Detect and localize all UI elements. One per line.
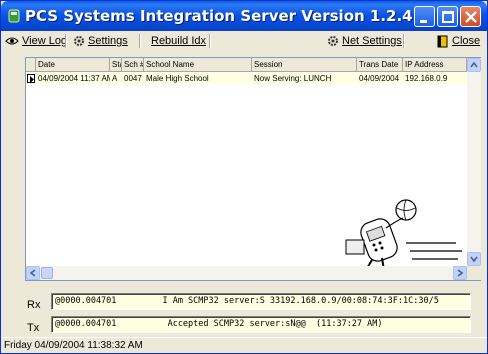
cell-school-number: 0047 (124, 74, 142, 83)
settings-button[interactable]: Settings (73, 33, 128, 49)
column-header[interactable]: School Name (144, 58, 252, 72)
cell-school-name: Male High School (146, 74, 209, 83)
gear-icon (328, 36, 338, 46)
minimize-button[interactable] (414, 6, 435, 27)
close-button[interactable]: Close (437, 33, 480, 49)
transactions-grid[interactable]: Date Sta Sch # School Name Session Trans… (25, 57, 481, 281)
close-label: Close (452, 35, 481, 47)
column-header[interactable]: Sta (110, 58, 122, 72)
net-settings-button[interactable]: Net Settings (327, 33, 402, 49)
app-icon (7, 9, 21, 23)
scroll-right-arrow[interactable] (453, 266, 467, 280)
chevron-left-icon (29, 269, 36, 277)
close-icon (465, 11, 477, 23)
toolbar-separator (139, 34, 141, 48)
title-bar[interactable]: PCS Systems Integration Server Version 1… (1, 1, 487, 31)
vertical-scrollbar[interactable] (467, 58, 481, 266)
rebuild-idx-label: Rebuild Idx (151, 35, 207, 47)
rebuild-idx-button[interactable]: Rebuild Idx (151, 33, 206, 49)
chevron-up-icon (470, 61, 478, 68)
toolbar-separator (209, 34, 211, 48)
scroll-left-arrow[interactable] (26, 266, 40, 280)
rx-label: Rx (27, 299, 41, 311)
view-log-label: View Log (22, 35, 68, 47)
chevron-down-icon (470, 256, 478, 263)
column-header[interactable]: Session (252, 58, 357, 72)
cell-status: A (112, 74, 118, 83)
horizontal-scrollbar[interactable] (26, 266, 467, 280)
rx-message-box: @0000.004701 I Am SCMP32 server:S 33192.… (51, 293, 471, 310)
eye-icon (5, 37, 19, 45)
gear-icon (74, 36, 84, 46)
toolbar: View Log Settings Rebuild Idx Net Settin… (1, 31, 487, 51)
toolbar-separator (403, 34, 405, 48)
cell-trans-date: 04/09/2004 (359, 74, 400, 83)
status-bar: Friday 04/09/2004 11:38:32 AM (1, 337, 487, 353)
view-log-button[interactable]: View Log (5, 33, 67, 49)
tx-label: Tx (27, 322, 40, 334)
tx-message-box: @0000.004701 Accepted SCMP32 server:sN@@… (51, 316, 471, 333)
header-marker-cell (26, 58, 36, 72)
cell-date: 04/09/2004 11:37 AM (38, 74, 110, 83)
scroll-up-arrow[interactable] (467, 58, 481, 72)
column-header[interactable]: Date (36, 58, 110, 72)
scrollbar-corner (467, 266, 481, 280)
column-header[interactable]: Trans Date (357, 58, 403, 72)
horizontal-scroll-thumb[interactable] (41, 267, 53, 279)
maximize-button[interactable] (437, 6, 458, 27)
table-row[interactable]: 04/09/2004 11:37 AM A 0047 Male High Sch… (26, 73, 467, 84)
settings-label: Settings (88, 35, 128, 47)
column-header[interactable]: Sch # (122, 58, 144, 72)
chevron-right-icon (457, 269, 464, 277)
cell-ip-address: 192.168.0.9 (405, 74, 448, 83)
scroll-down-arrow[interactable] (467, 252, 481, 266)
maximize-icon (442, 11, 454, 23)
grid-header: Date Sta Sch # School Name Session Trans… (26, 58, 467, 72)
app-window: PCS Systems Integration Server Version 1… (0, 0, 488, 354)
close-window-button[interactable] (460, 6, 481, 27)
column-header[interactable]: IP Address (403, 58, 467, 72)
net-settings-label: Net Settings (342, 35, 402, 47)
cell-session: Now Serving: LUNCH (254, 74, 332, 83)
minimize-icon (420, 20, 427, 23)
door-exit-icon (437, 35, 448, 47)
toolbar-separator (65, 34, 67, 48)
window-title: PCS Systems Integration Server Version 1… (25, 7, 413, 25)
status-datetime: Friday 04/09/2004 11:38:32 AM (4, 340, 143, 351)
row-pointer-icon (27, 74, 35, 83)
